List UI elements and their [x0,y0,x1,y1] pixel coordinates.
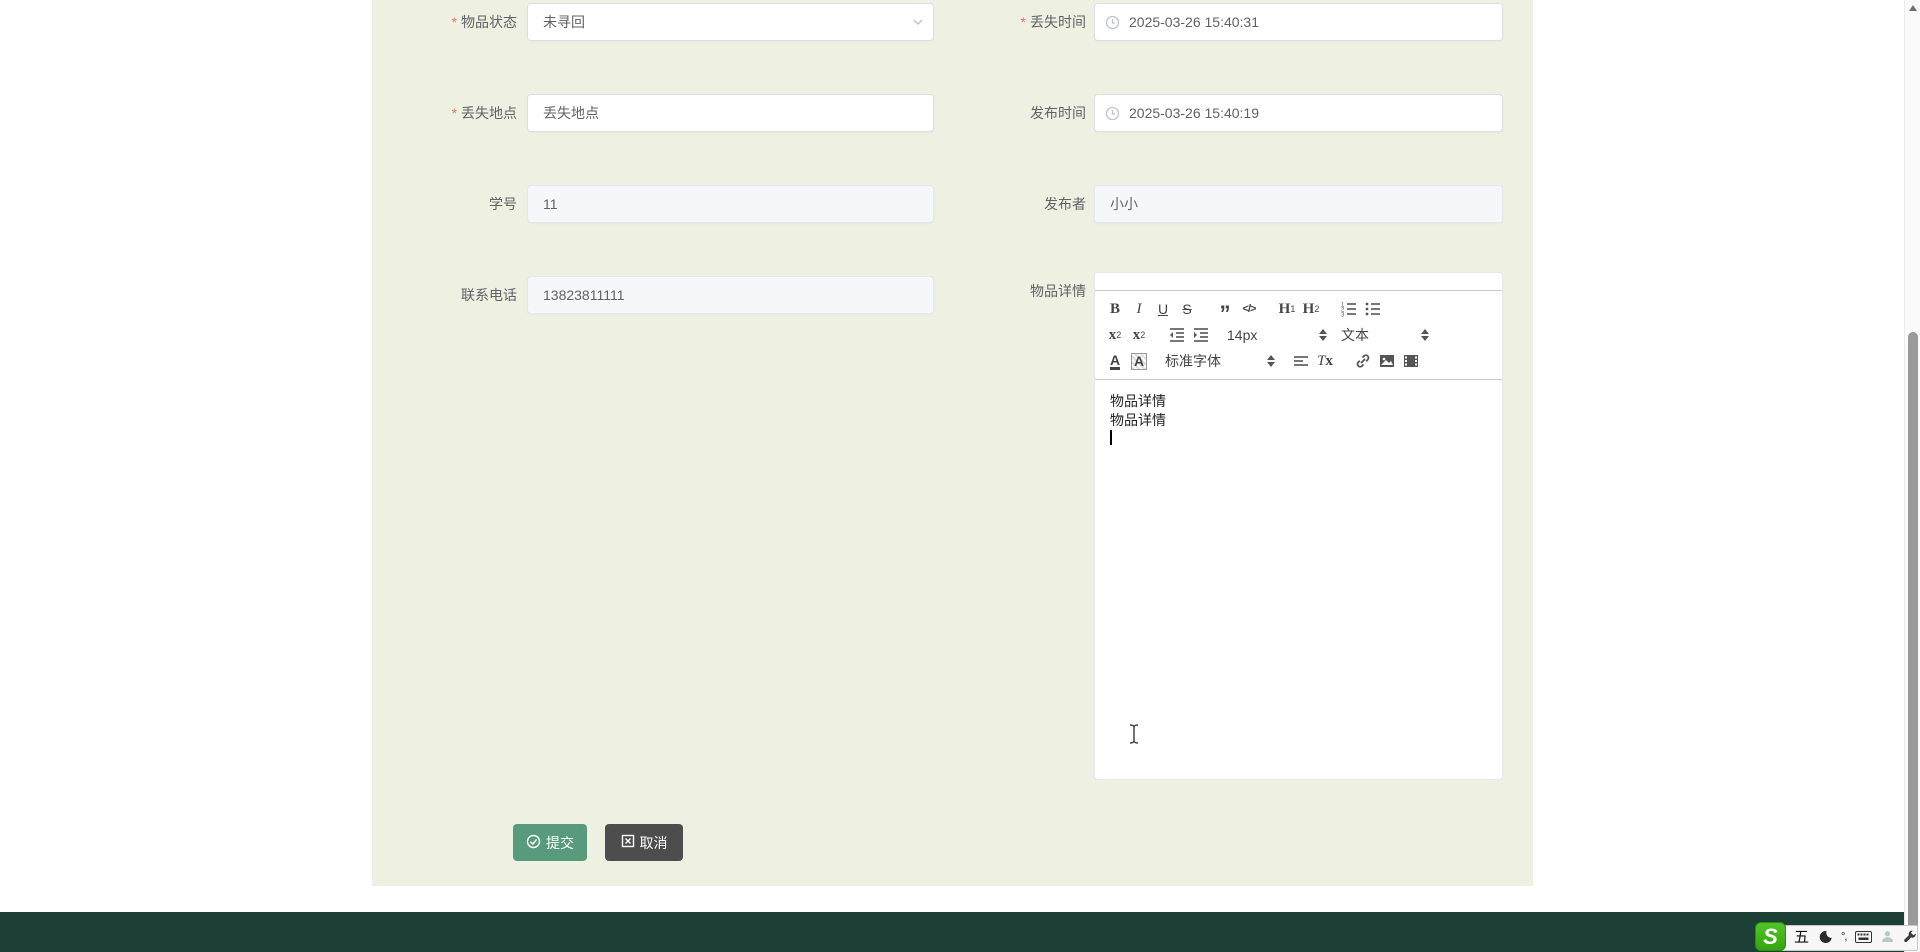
required-mark: * [451,14,457,30]
phone-label: 联系电话 [461,287,517,303]
status-label: * 物品状态 [451,14,517,30]
font-family-picker[interactable]: 标准字体 [1165,349,1275,373]
publish-time-label: 发布时间 [1030,105,1086,121]
indent-icon[interactable] [1189,323,1213,347]
italic-button[interactable]: I [1127,297,1151,321]
status-select-value[interactable] [528,4,903,40]
publisher-label: 发布者 [1044,196,1086,212]
publisher-input [1095,186,1502,222]
required-mark: * [451,105,457,121]
header-format-picker[interactable]: 文本 [1341,323,1429,347]
background-color-button[interactable]: A [1127,349,1151,373]
lost-place-label: * 丢失地点 [451,105,517,121]
moon-icon[interactable] [1816,928,1834,946]
clean-format-button[interactable]: Tx [1313,349,1337,373]
circle-check-icon [526,834,541,852]
editor-content-area[interactable]: 物品详情 物品详情 [1095,380,1502,778]
text-caret [1110,430,1112,445]
ime-toolbar[interactable]: S 五 °, [1755,922,1918,951]
outdent-icon[interactable] [1165,323,1189,347]
ordered-list-icon[interactable]: 123 [1337,297,1361,321]
picker-arrows-icon [1319,329,1327,341]
editor-toolbar: B I U S ” </> H1 H2 123 x 2 x 2 14px 文本 … [1095,290,1502,380]
editor-line: 物品详情 [1110,412,1166,428]
ime-mode-button[interactable]: 五 [1794,926,1809,947]
square-close-icon [621,834,635,851]
publisher-input-wrap [1094,185,1503,223]
lost-time-picker[interactable] [1094,3,1503,41]
blockquote-button[interactable]: ” [1213,297,1237,325]
user-icon[interactable] [1881,930,1894,943]
image-icon[interactable] [1375,349,1399,373]
lost-time-value[interactable] [1129,4,1502,40]
wrench-icon[interactable] [1903,930,1917,944]
subscript-button[interactable]: x2 [1103,323,1127,347]
page-footer [0,912,1920,952]
strikethrough-button[interactable]: S [1175,297,1199,321]
scrollbar-up-arrow[interactable] [1909,5,1917,11]
picker-arrows-icon [1267,355,1275,367]
rich-text-editor: B I U S ” </> H1 H2 123 x 2 x 2 14px 文本 … [1094,272,1503,780]
editor-line: 物品详情 [1110,393,1166,409]
symbols-button[interactable]: °, [1841,931,1848,943]
vertical-scrollbar[interactable] [1904,0,1920,952]
clock-icon [1095,106,1129,121]
bullet-list-icon[interactable] [1361,297,1385,321]
svg-text:3: 3 [1341,313,1345,319]
scrollbar-thumb[interactable] [1908,332,1918,946]
required-mark: * [1020,14,1026,30]
text-color-button[interactable]: A [1103,349,1127,373]
submit-button[interactable]: 提交 [513,824,587,861]
underline-button[interactable]: U [1151,297,1175,321]
keyboard-icon[interactable] [1855,930,1873,943]
publish-time-value[interactable] [1129,95,1502,131]
publish-time-picker[interactable] [1094,94,1503,132]
superscript-button[interactable]: x2 [1127,323,1151,347]
header-1-button[interactable]: H1 [1275,297,1299,321]
link-icon[interactable] [1351,349,1375,373]
student-id-label: 学号 [489,196,517,212]
picker-arrows-icon [1421,329,1429,341]
align-icon[interactable] [1289,349,1313,373]
detail-label: 物品详情 [1030,283,1086,299]
sogou-logo-icon[interactable]: S [1755,922,1786,951]
lost-time-label: * 丢失时间 [1020,14,1086,30]
header-2-button[interactable]: H2 [1299,297,1323,321]
clock-icon [1095,15,1129,30]
video-icon[interactable] [1399,349,1423,373]
bold-button[interactable]: B [1103,297,1127,321]
font-size-picker[interactable]: 14px [1227,323,1327,347]
code-block-button[interactable]: </> [1237,297,1261,321]
cancel-button[interactable]: 取消 [605,824,683,861]
mouse-text-cursor [1127,723,1141,748]
